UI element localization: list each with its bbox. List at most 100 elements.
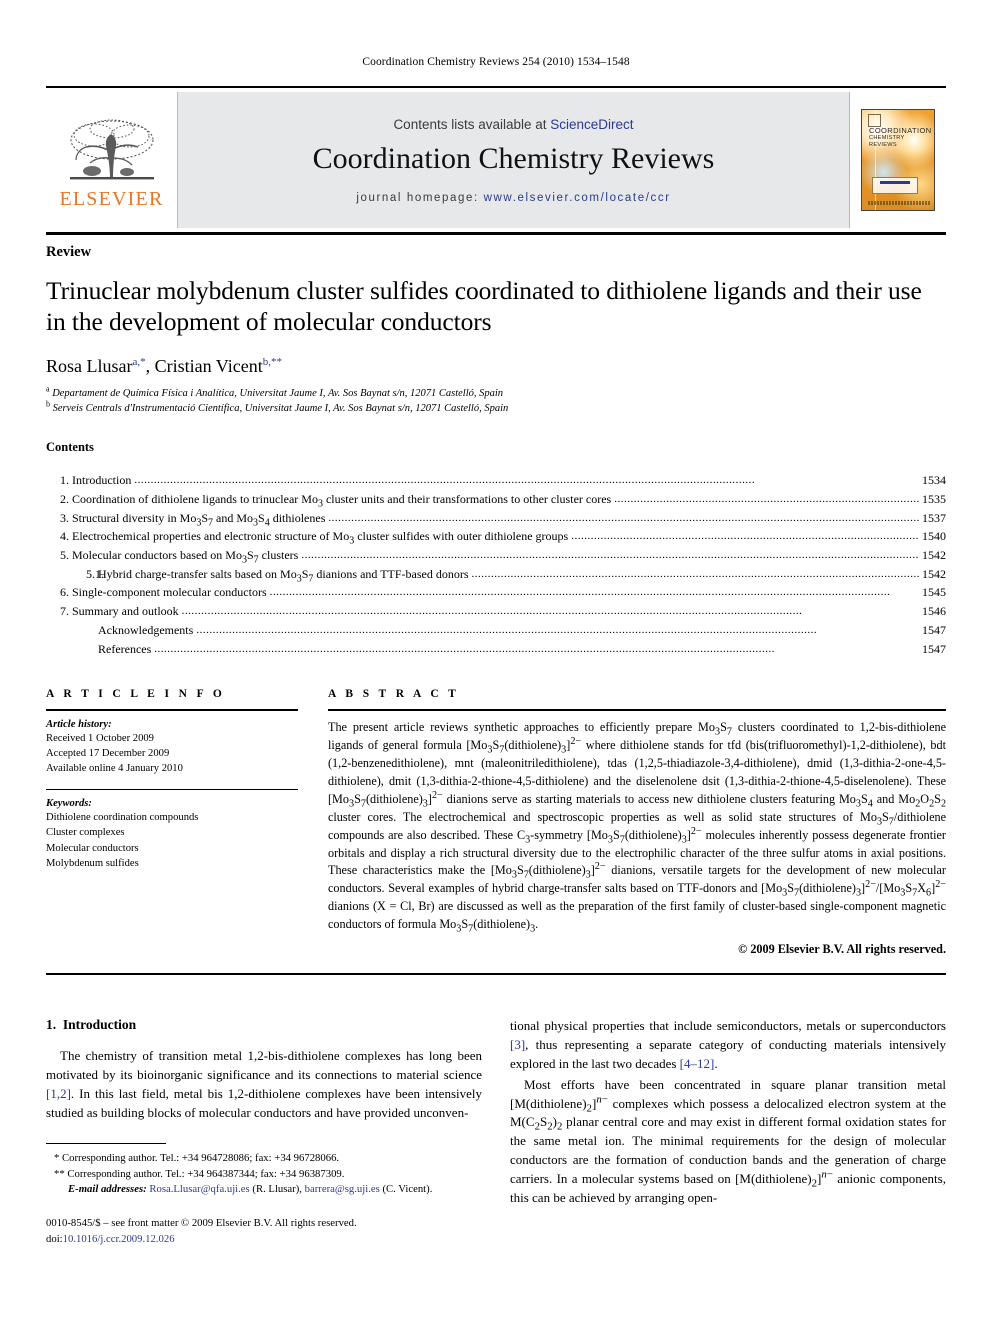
toc-entry[interactable]: Acknowledgements .......................… [46, 621, 946, 640]
toc-label: Hybrid charge-transfer salts based on Mo… [98, 566, 469, 585]
journal-masthead: ELSEVIER Contents lists available at Sci… [46, 92, 946, 228]
cover-title: COORDINATION CHEMISTRY REVIEWS [869, 126, 931, 149]
toc-leader-dots: ........................................… [614, 492, 919, 505]
toc-leader-dots: ........................................… [196, 623, 818, 636]
contents-heading: Contents [46, 440, 94, 455]
article-available-online-date: Available online 4 January 2010 [46, 763, 183, 775]
toc-label: Single-component molecular conductors [72, 585, 267, 600]
toc-entry[interactable]: 2. Coordination of dithiolene ligands to… [46, 490, 946, 509]
toc-label: Electrochemical properties and electroni… [72, 529, 569, 547]
article-type-label: Review [46, 244, 92, 260]
toc-page: 1547 [922, 641, 946, 656]
article-received-date: Received 1 October 2009 [46, 732, 154, 744]
toc-leader-dots: ........................................… [269, 586, 891, 599]
author-1-name[interactable]: Rosa Llusar [46, 356, 132, 376]
journal-cover-thumbnail[interactable]: COORDINATION CHEMISTRY REVIEWS [861, 109, 935, 211]
footnote-corresponding-author-2: ** Corresponding author. Tel.: +34 96438… [54, 1167, 345, 1180]
email-link-1[interactable]: Rosa.Llusar@qfa.uji.es [149, 1183, 249, 1195]
citation-ref[interactable]: [4–12] [680, 1056, 715, 1071]
imprint-issn-line: 0010-8545/$ – see front matter © 2009 El… [46, 1217, 357, 1229]
journal-title: Coordination Chemistry Reviews [312, 141, 715, 175]
table-of-contents: 1. Introduction ........................… [46, 471, 946, 658]
introduction-number: 1. [46, 1017, 57, 1033]
intro-paragraph-right-1: tional physical properties that include … [510, 1018, 946, 1071]
toc-page: 1540 [922, 529, 946, 544]
toc-label: Acknowledgements [98, 622, 194, 637]
toc-entry[interactable]: 6. Single-component molecular conductors… [46, 583, 946, 602]
footnote-corresponding-author-1: * Corresponding author. Tel.: +34 964728… [54, 1152, 340, 1165]
abstract-bottom-rule [46, 973, 946, 976]
toc-leader-dots: ........................................… [571, 530, 919, 543]
email-owner-2: (C. Vicent). [382, 1183, 433, 1196]
toc-page: 1537 [922, 510, 946, 525]
author-list: Rosa Llusara,*, Cristian Vicentb,** [46, 355, 282, 376]
keyword-item: Molecular conductors [46, 842, 139, 854]
affiliation-a-text: Departament de Química Física i Analític… [52, 387, 504, 399]
affiliations: a Departament de Química Física i Analít… [46, 385, 946, 416]
keywords-label: Keywords: [46, 798, 92, 810]
footnote-emails: E-mail addresses: Rosa.Llusar@qfa.uji.es… [46, 1182, 498, 1198]
keyword-item: Molybdenum sulfides [46, 857, 139, 869]
toc-number: 1. [60, 473, 69, 488]
header-rule [46, 86, 946, 88]
abstract-heading: A B S T R A C T [328, 688, 460, 701]
toc-entry[interactable]: 4. Electrochemical properties and electr… [46, 527, 946, 546]
footnote-rule [46, 1143, 166, 1145]
footnote-block: * Corresponding author. Tel.: +34 964728… [46, 1143, 498, 1198]
introduction-heading: 1. Introduction [46, 1017, 482, 1033]
toc-leader-dots: ........................................… [301, 549, 919, 562]
doi-link[interactable]: 10.1016/j.ccr.2009.12.026 [63, 1233, 175, 1245]
email-link-2[interactable]: barrera@sg.uji.es [305, 1183, 380, 1195]
toc-page: 1545 [922, 585, 946, 600]
toc-page: 1546 [922, 604, 946, 619]
citation-ref[interactable]: [1,2] [46, 1086, 71, 1101]
doi-prefix: doi: [46, 1233, 63, 1246]
toc-number: 3. [60, 510, 69, 525]
elsevier-wordmark: ELSEVIER [59, 187, 164, 210]
toc-label: Coordination of dithiolene ligands to tr… [72, 491, 612, 510]
toc-number: 4. [60, 529, 69, 544]
toc-entry[interactable]: 5.1. Hybrid charge-transfer salts based … [46, 565, 946, 584]
toc-leader-dots: ........................................… [328, 511, 919, 524]
body-column-right: tional physical properties that include … [510, 1017, 946, 1209]
article-info-column: A R T I C L E I N F O Article history: R… [46, 688, 298, 957]
sciencedirect-link[interactable]: ScienceDirect [550, 117, 633, 132]
abstract-copyright: © 2009 Elsevier B.V. All rights reserved… [738, 942, 946, 957]
masthead-right: COORDINATION CHEMISTRY REVIEWS [849, 92, 946, 228]
author-2-name[interactable]: Cristian Vicent [155, 356, 263, 376]
keywords-rule [46, 788, 298, 791]
citation-ref[interactable]: [3] [510, 1037, 525, 1052]
toc-page: 1535 [922, 491, 946, 506]
toc-number: 6. [60, 585, 69, 600]
article-info-rule [46, 709, 298, 711]
intro-paragraph-right-2: Most efforts have been concentrated in s… [510, 1076, 946, 1205]
masthead-bottom-rule [46, 232, 946, 235]
introduction-title: Introduction [62, 1017, 137, 1033]
author-2-marks: b,** [262, 355, 282, 368]
cover-footer-strip [868, 201, 930, 205]
elsevier-logo[interactable]: ELSEVIER [46, 92, 178, 228]
intro-paragraph-left: The chemistry of transition metal 1,2-bi… [46, 1048, 482, 1120]
email-addresses-label: E-mail addresses: [68, 1183, 147, 1196]
affiliation-b: b Serveis Centrals d'Instrumentació Cien… [46, 399, 509, 414]
toc-label: Introduction [72, 473, 132, 488]
toc-label: Structural diversity in Mo3S7 and Mo3S4 … [72, 510, 326, 528]
toc-leader-dots: ........................................… [181, 605, 803, 618]
email-owner-1: (R. Llusar), [252, 1183, 302, 1196]
toc-entry[interactable]: 7. Summary and outlook .................… [46, 602, 946, 621]
article-accepted-date: Accepted 17 December 2009 [46, 748, 170, 760]
toc-entry[interactable]: 1. Introduction ........................… [46, 471, 946, 490]
elsevier-tree-icon [69, 119, 154, 179]
toc-label: Summary and outlook [72, 604, 179, 619]
abstract-rule [328, 709, 946, 711]
toc-label: Molecular conductors based on Mo3S7 clus… [72, 548, 299, 566]
toc-entry[interactable]: 3. Structural diversity in Mo3S7 and Mo3… [46, 509, 946, 528]
toc-page: 1547 [922, 622, 946, 637]
toc-number: 2. [60, 491, 69, 506]
contents-available-prefix: Contents lists available at [393, 116, 551, 132]
homepage-prefix: journal homepage: [356, 191, 484, 204]
toc-entry[interactable]: References .............................… [46, 640, 946, 659]
toc-entry[interactable]: 5. Molecular conductors based on Mo3S7 c… [46, 546, 946, 565]
toc-number: 5. [60, 548, 69, 563]
homepage-url-link[interactable]: www.elsevier.com/locate/ccr [484, 192, 671, 204]
